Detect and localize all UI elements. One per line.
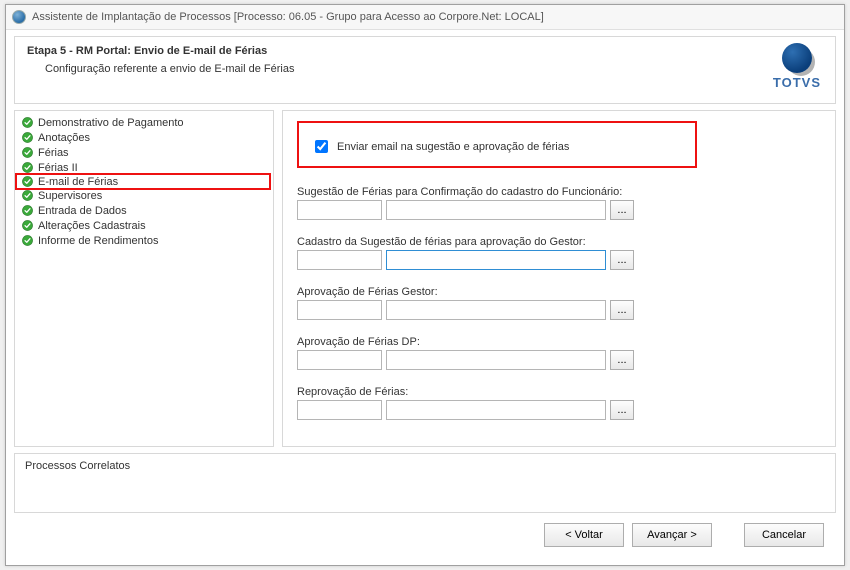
- sidebar-item[interactable]: Entrada de Dados: [19, 203, 269, 218]
- field-label: Reprovação de Férias:: [297, 386, 821, 398]
- sidebar-item[interactable]: Informe de Rendimentos: [19, 233, 269, 248]
- desc-input[interactable]: [386, 350, 606, 370]
- check-circle-icon: [21, 146, 34, 159]
- sidebar-item[interactable]: Demonstrativo de Pagamento: [19, 115, 269, 130]
- code-input[interactable]: [297, 300, 382, 320]
- body-row: Demonstrativo de Pagamento Anotações Féria…: [14, 110, 836, 447]
- titlebar: Assistente de Implantação de Processos […: [6, 5, 844, 30]
- sidebar-item-label: E-mail de Férias: [38, 176, 118, 188]
- back-button[interactable]: < Voltar: [544, 523, 624, 547]
- field-row: ...: [297, 400, 821, 420]
- field-row: ...: [297, 300, 821, 320]
- app-icon: [12, 10, 26, 24]
- lookup-button[interactable]: ...: [610, 300, 634, 320]
- send-email-highlight-box: Enviar email na sugestão e aprovação de …: [297, 121, 697, 168]
- field-label: Aprovação de Férias Gestor:: [297, 286, 821, 298]
- field-label: Aprovação de Férias DP:: [297, 336, 821, 348]
- totvs-logo-icon: [782, 43, 812, 73]
- lookup-button[interactable]: ...: [610, 200, 634, 220]
- sidebar-item-label: Anotações: [38, 132, 90, 144]
- next-button[interactable]: Avançar >: [632, 523, 712, 547]
- sidebar-item-label: Férias: [38, 147, 69, 159]
- check-circle-icon: [21, 204, 34, 217]
- sidebar-item-label: Demonstrativo de Pagamento: [38, 117, 184, 129]
- sidebar-item[interactable]: Alterações Cadastrais: [19, 218, 269, 233]
- wizard-window: Assistente de Implantação de Processos […: [5, 4, 845, 566]
- logo: TOTVS: [773, 43, 821, 90]
- code-input[interactable]: [297, 200, 382, 220]
- check-circle-icon: [21, 175, 34, 188]
- code-input[interactable]: [297, 250, 382, 270]
- step-subtitle: Configuração referente a envio de E-mail…: [45, 63, 823, 75]
- sidebar-item[interactable]: Supervisores: [19, 188, 269, 203]
- desc-input[interactable]: [386, 200, 606, 220]
- desc-input[interactable]: [386, 300, 606, 320]
- sidebar: Demonstrativo de Pagamento Anotações Féria…: [14, 110, 274, 447]
- field-label: Sugestão de Férias para Confirmação do c…: [297, 186, 821, 198]
- sidebar-item[interactable]: Anotações: [19, 130, 269, 145]
- field-label: Cadastro da Sugestão de férias para apro…: [297, 236, 821, 248]
- desc-input[interactable]: [386, 400, 606, 420]
- send-email-checkbox-label: Enviar email na sugestão e aprovação de …: [337, 141, 569, 153]
- wizard-footer: < Voltar Avançar > Cancelar: [14, 513, 836, 557]
- check-circle-icon: [21, 131, 34, 144]
- field-row: ...: [297, 250, 821, 270]
- field-row: ...: [297, 200, 821, 220]
- desc-input[interactable]: [386, 250, 606, 270]
- check-circle-icon: [21, 219, 34, 232]
- step-header-panel: Etapa 5 - RM Portal: Envio de E-mail de …: [14, 36, 836, 104]
- lookup-button[interactable]: ...: [610, 400, 634, 420]
- logo-text: TOTVS: [773, 75, 821, 90]
- field-group: Aprovação de Férias DP:...: [297, 336, 821, 370]
- send-email-checkbox[interactable]: [315, 140, 328, 153]
- sidebar-item-label: Informe de Rendimentos: [38, 235, 158, 247]
- code-input[interactable]: [297, 400, 382, 420]
- lookup-button[interactable]: ...: [610, 350, 634, 370]
- check-circle-icon: [21, 116, 34, 129]
- field-group: Reprovação de Férias:...: [297, 386, 821, 420]
- cancel-button[interactable]: Cancelar: [744, 523, 824, 547]
- field-group: Cadastro da Sugestão de férias para apro…: [297, 236, 821, 270]
- sidebar-item-label: Alterações Cadastrais: [38, 220, 146, 232]
- sidebar-item-label: Férias II: [38, 162, 78, 174]
- window-title: Assistente de Implantação de Processos […: [32, 11, 544, 23]
- code-input[interactable]: [297, 350, 382, 370]
- sidebar-item[interactable]: Férias: [19, 145, 269, 160]
- check-circle-icon: [21, 234, 34, 247]
- content-area: Etapa 5 - RM Portal: Envio de E-mail de …: [6, 30, 844, 565]
- related-processes-panel: Processos Correlatos: [14, 453, 836, 513]
- field-group: Aprovação de Férias Gestor:...: [297, 286, 821, 320]
- sidebar-item-label: Entrada de Dados: [38, 205, 127, 217]
- check-circle-icon: [21, 189, 34, 202]
- field-row: ...: [297, 350, 821, 370]
- step-title: Etapa 5 - RM Portal: Envio de E-mail de …: [27, 45, 823, 57]
- related-processes-title: Processos Correlatos: [25, 460, 130, 472]
- main-panel: Enviar email na sugestão e aprovação de …: [282, 110, 836, 447]
- field-group: Sugestão de Férias para Confirmação do c…: [297, 186, 821, 220]
- check-circle-icon: [21, 161, 34, 174]
- lookup-button[interactable]: ...: [610, 250, 634, 270]
- send-email-checkbox-row[interactable]: Enviar email na sugestão e aprovação de …: [311, 137, 679, 156]
- sidebar-item-label: Supervisores: [38, 190, 102, 202]
